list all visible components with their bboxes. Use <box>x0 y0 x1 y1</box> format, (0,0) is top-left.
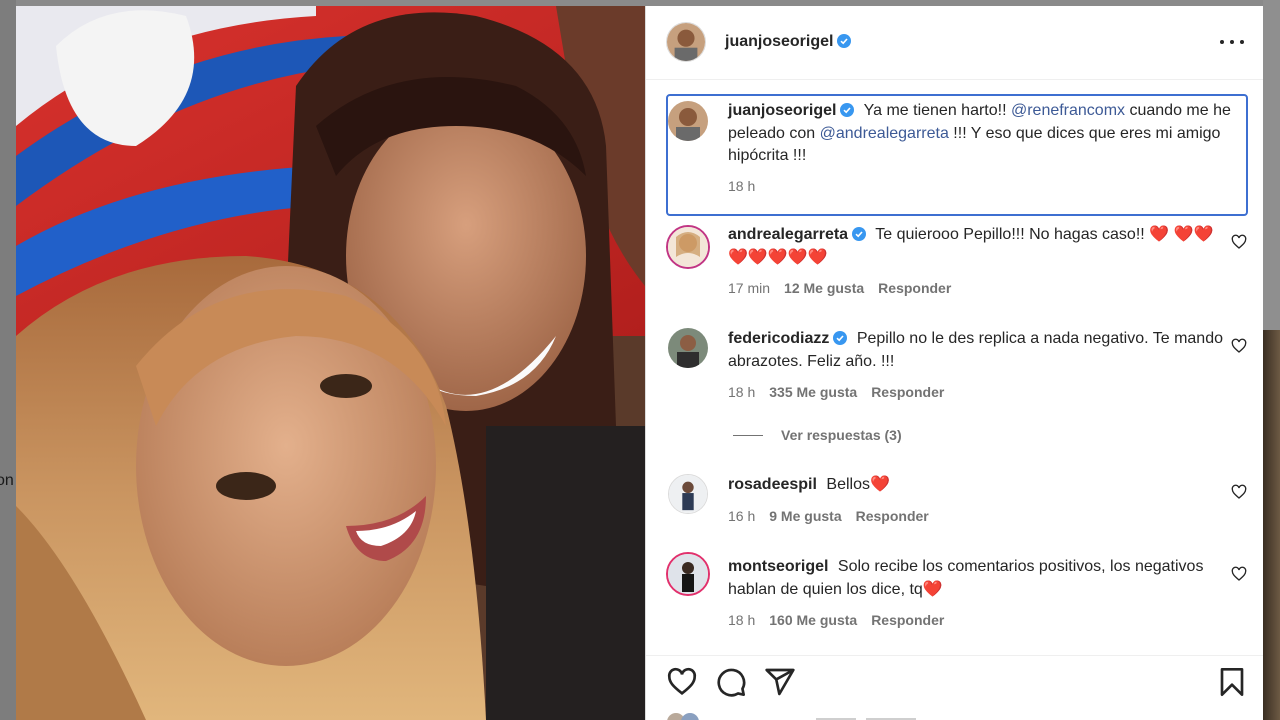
comment-time: 18 h <box>728 384 756 400</box>
comment-text: montseorigel Solo recibe los comentarios… <box>728 556 1228 601</box>
backdrop-left <box>0 0 16 720</box>
like-button[interactable] <box>666 666 698 698</box>
heart-outline-icon[interactable] <box>1231 484 1247 500</box>
caption-text: juanjoseorigel Ya me tienen harto!! @ren… <box>728 100 1238 168</box>
comment-meta: 18 h 160 Me gusta Responder <box>728 612 944 628</box>
comment-meta: 16 h 9 Me gusta Responder <box>728 508 929 524</box>
comment-likes[interactable]: 160 Me gusta <box>769 612 857 628</box>
caption-body: Ya me tienen harto!! <box>863 102 1011 119</box>
author-avatar[interactable] <box>666 22 706 62</box>
comment-button[interactable] <box>715 666 747 698</box>
mention-link[interactable]: @andrealegarreta <box>820 125 949 142</box>
paper-plane-icon <box>765 668 795 696</box>
reply-button[interactable]: Responder <box>871 612 944 628</box>
mention-link[interactable]: @renefrancomx <box>1011 102 1125 119</box>
comments-panel: juanjoseorigel juanjoseorigel Ya me tien… <box>645 6 1263 720</box>
comment-username-text[interactable]: federicodiazz <box>728 330 829 347</box>
view-replies-label[interactable]: Ver respuestas (3) <box>781 427 902 443</box>
view-replies-button[interactable]: Ver respuestas (3) <box>733 427 902 443</box>
comment-avatar[interactable] <box>668 328 708 368</box>
backdrop-right-strip <box>1263 330 1280 720</box>
verified-badge-icon <box>852 227 867 241</box>
reply-button[interactable]: Responder <box>871 384 944 400</box>
bookmark-icon <box>1220 668 1244 696</box>
more-options-button[interactable] <box>1218 30 1246 54</box>
heart-outline-icon[interactable] <box>1231 234 1247 250</box>
post-header: juanjoseorigel <box>646 6 1263 80</box>
verified-badge-icon <box>837 34 852 48</box>
post-modal: juanjoseorigel juanjoseorigel Ya me tien… <box>16 6 1263 720</box>
comment-text: federicodiazz Pepillo no le des replica … <box>728 328 1228 373</box>
heart-outline-icon[interactable] <box>1231 566 1247 582</box>
comment-text: andrealegarreta Te quierooo Pepillo!!! N… <box>728 224 1228 269</box>
comment-meta: 18 h 335 Me gusta Responder <box>728 384 944 400</box>
caption-username-text[interactable]: juanjoseorigel <box>728 102 836 119</box>
view-replies-line <box>733 435 763 436</box>
reply-button[interactable]: Responder <box>878 280 951 296</box>
more-options-icon-dot <box>1240 40 1244 44</box>
comment-username[interactable]: andrealegarreta <box>728 226 867 243</box>
heart-outline-icon[interactable] <box>1231 338 1247 354</box>
comment-text: rosadeespil Bellos❤️ <box>728 474 1228 497</box>
comment-likes[interactable]: 335 Me gusta <box>769 384 857 400</box>
backdrop-text: on <box>0 472 14 489</box>
heart-outline-icon <box>667 667 697 696</box>
comment-username[interactable]: rosadeespil <box>728 476 817 493</box>
comment-bubble-icon <box>717 668 746 697</box>
comment-username[interactable]: federicodiazz <box>728 330 848 347</box>
author-username-text[interactable]: juanjoseorigel <box>725 33 833 50</box>
post-photo <box>16 6 645 720</box>
caption: juanjoseorigel Ya me tienen harto!! @ren… <box>666 94 1248 216</box>
comment-time: 18 h <box>728 612 756 628</box>
comment-time: 16 h <box>728 508 756 524</box>
caption-username[interactable]: juanjoseorigel <box>728 102 855 119</box>
author-username[interactable]: juanjoseorigel <box>725 33 852 51</box>
comment-avatar[interactable] <box>666 225 710 269</box>
more-options-icon-dot <box>1230 40 1234 44</box>
post-photo-image <box>16 6 645 720</box>
comment-username-text[interactable]: andrealegarreta <box>728 226 848 243</box>
verified-badge-icon <box>840 103 855 117</box>
comment-avatar[interactable] <box>666 552 710 596</box>
comment-body: Bellos❤️ <box>826 476 890 493</box>
caption-time: 18 h <box>728 178 756 194</box>
caption-avatar[interactable] <box>668 101 708 141</box>
comment-avatar[interactable] <box>668 474 708 514</box>
liked-by-preview <box>666 711 966 720</box>
more-options-icon <box>1220 40 1224 44</box>
action-bar <box>646 655 1263 720</box>
comment-likes[interactable]: 12 Me gusta <box>784 280 864 296</box>
comment-meta: 17 min 12 Me gusta Responder <box>728 280 951 296</box>
reply-button[interactable]: Responder <box>856 508 929 524</box>
verified-badge-icon <box>833 331 848 345</box>
liked-by-avatars <box>667 713 916 720</box>
comment-username[interactable]: montseorigel <box>728 558 828 575</box>
share-button[interactable] <box>764 666 796 698</box>
comment-likes[interactable]: 9 Me gusta <box>769 508 841 524</box>
comment-time: 17 min <box>728 280 771 296</box>
save-button[interactable] <box>1216 666 1248 698</box>
